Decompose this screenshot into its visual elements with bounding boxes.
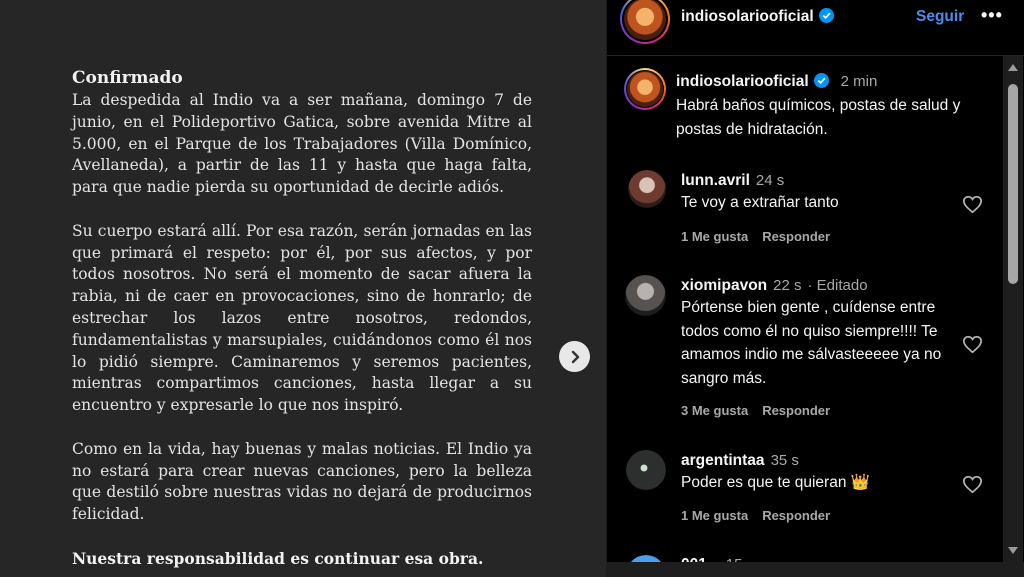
- comment-actions: 3 Me gusta Responder: [681, 403, 830, 418]
- comment-actions: 1 Me gusta Responder: [681, 508, 830, 523]
- caption-avatar[interactable]: [624, 68, 666, 110]
- post-image: Confirmado La despedida al Indio va a se…: [0, 0, 606, 577]
- avatar[interactable]: [620, 0, 670, 44]
- header-username-text[interactable]: indiosolariooficial: [681, 8, 814, 25]
- horizontal-scrollbar-track: [606, 562, 1024, 577]
- verified-icon: [818, 8, 834, 23]
- commenter-avatar[interactable]: [625, 275, 666, 316]
- comment-header: xiomipavon 22 s · Editado: [681, 277, 868, 295]
- scroll-down-arrow-icon[interactable]: [1008, 547, 1018, 554]
- comment-time: 35 s: [770, 452, 799, 469]
- comment-header: lunn.avril 24 s: [681, 172, 784, 190]
- comment-username[interactable]: argentintaa: [681, 452, 765, 469]
- heart-icon[interactable]: [962, 335, 983, 354]
- caption-time: 2 min: [840, 73, 878, 90]
- follow-button[interactable]: Seguir: [916, 8, 964, 26]
- comment-likes[interactable]: 1 Me gusta: [681, 229, 748, 244]
- post-closing: Nuestra responsabilidad es continuar esa…: [72, 548, 484, 568]
- post-paragraph-1: La despedida al Indio va a ser mañana, d…: [72, 91, 532, 197]
- caption-header: indiosolariooficial 2 min: [676, 73, 877, 91]
- post-paragraph-3: Como en la vida, hay buenas y malas noti…: [72, 439, 532, 524]
- heart-icon[interactable]: [962, 195, 983, 214]
- reply-button[interactable]: Responder: [762, 508, 830, 523]
- caption-text: Habrá baños químicos, postas de salud y …: [676, 97, 961, 138]
- scrollbar-thumb[interactable]: [1008, 84, 1018, 284]
- comment-time: 24 s: [755, 172, 785, 189]
- comment-header: argentintaa 35 s: [681, 452, 799, 470]
- scroll-up-arrow-icon[interactable]: [1008, 64, 1018, 71]
- reply-button[interactable]: Responder: [762, 403, 830, 418]
- comment-likes[interactable]: 3 Me gusta: [681, 403, 748, 418]
- caption-username[interactable]: indiosolariooficial: [676, 73, 809, 90]
- verified-icon: [813, 73, 829, 88]
- comment-username[interactable]: lunn.avril: [681, 172, 750, 189]
- comment-edited: · Editado: [807, 277, 868, 294]
- header-username[interactable]: indiosolariooficial: [681, 8, 834, 26]
- comments-panel: indiosolariooficial Seguir ••• indiosola…: [606, 0, 1024, 577]
- post-text: Confirmado La despedida al Indio va a se…: [72, 66, 532, 577]
- commenter-avatar[interactable]: [626, 450, 666, 490]
- comment-text: Te voy a extrañar tanto: [681, 194, 839, 211]
- commenter-avatar[interactable]: [628, 170, 666, 208]
- chevron-right-icon: [571, 350, 579, 363]
- more-options-button[interactable]: •••: [981, 5, 1003, 26]
- post-heading: Confirmado: [72, 68, 183, 88]
- comment-likes[interactable]: 1 Me gusta: [681, 508, 748, 523]
- heart-icon[interactable]: [962, 475, 983, 494]
- post-header: indiosolariooficial Seguir •••: [607, 0, 1024, 56]
- comment-actions: 1 Me gusta Responder: [681, 229, 830, 244]
- comment-time: 22 s: [773, 277, 802, 294]
- reply-button[interactable]: Responder: [762, 229, 830, 244]
- comment-text: Poder es que te quieran 👑: [681, 474, 871, 491]
- post-paragraph-2: Su cuerpo estará allí. Por esa razón, se…: [72, 221, 532, 415]
- comment-username[interactable]: xiomipavon: [681, 277, 767, 294]
- comments-scrollbar[interactable]: [1003, 56, 1023, 562]
- comment-text: Pórtense bien gente , cuídense entre tod…: [681, 299, 942, 387]
- next-image-button[interactable]: [559, 341, 590, 372]
